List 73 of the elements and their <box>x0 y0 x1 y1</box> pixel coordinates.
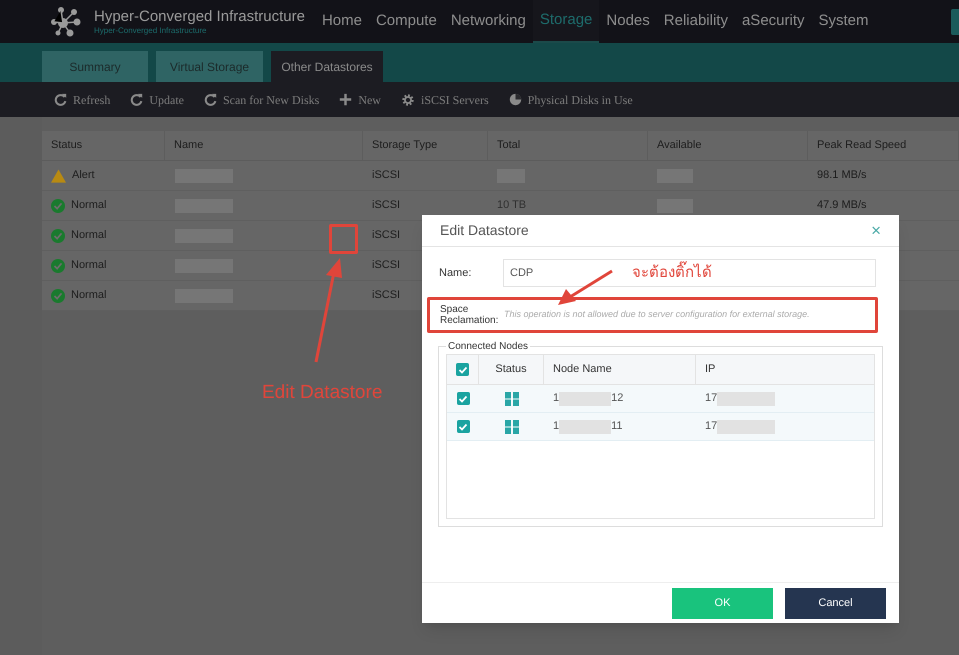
column-header: Total <box>497 138 520 154</box>
checkbox[interactable] <box>456 363 469 376</box>
column-header: Available <box>657 138 702 154</box>
reclamation-note: This operation is not allowed due to server configuration for external storage. <box>504 308 810 322</box>
group-legend: Connected Nodes <box>446 339 530 354</box>
nav-link[interactable]: Compute <box>368 0 444 43</box>
node-ip: 17 <box>705 391 718 406</box>
nav-link[interactable]: Storage <box>532 0 600 43</box>
checkbox[interactable] <box>456 420 470 433</box>
redacted-block <box>717 392 776 406</box>
table-cell-text: iSCSI <box>372 228 400 244</box>
nav-link[interactable]: aSecurity <box>734 0 812 43</box>
table-cell-text: iSCSI <box>372 288 400 304</box>
nav-link[interactable]: Home <box>314 0 369 43</box>
node-name: 12 <box>611 391 624 406</box>
highlight-frame <box>329 224 358 254</box>
field-label: Space Reclamation: <box>440 304 500 326</box>
refresh-icon <box>130 93 144 106</box>
tab[interactable]: Virtual Storage <box>156 51 263 82</box>
node-name: 1 <box>553 419 560 434</box>
close-button[interactable]: × <box>871 222 881 239</box>
toolbar-button[interactable]: Update <box>130 90 184 108</box>
nav-link[interactable]: Reliability <box>656 0 735 43</box>
nav-link[interactable]: System <box>812 0 876 43</box>
toolbar-button[interactable]: Refresh <box>54 90 110 108</box>
column-header: Node Name <box>553 362 612 378</box>
table-cell-text: Normal <box>71 258 106 274</box>
node-name: 1 <box>553 391 560 406</box>
app-title: Hyper-Converged Infrastructure <box>94 8 305 26</box>
tab[interactable]: Other Datastores <box>271 51 383 82</box>
column-header: Storage Type <box>372 138 438 154</box>
pie-chart-icon <box>508 93 522 106</box>
field-label: Name: <box>439 266 472 281</box>
table-cell-text: 98.1 MB/s <box>817 168 867 184</box>
corner-button[interactable] <box>951 8 959 34</box>
table-cell-text: Alert <box>72 168 95 184</box>
toolbar-button[interactable]: Scan for New Disks <box>204 90 320 108</box>
node-ip: 17 <box>705 419 718 434</box>
dialog-title: Edit Datastore <box>440 221 529 240</box>
annotation-caption: Edit Datastore <box>262 381 382 405</box>
redacted-block <box>559 420 612 434</box>
ok-button[interactable]: OK <box>672 588 773 618</box>
cancel-button[interactable]: Cancel <box>785 588 886 618</box>
table-cell-text: 47.9 MB/s <box>817 198 867 214</box>
app-subtitle: Hyper-Converged Infrastructure <box>94 26 208 36</box>
redacted-block <box>717 420 776 434</box>
node-name: 11 <box>611 419 623 434</box>
table-cell-text: iSCSI <box>372 258 400 274</box>
table-cell-text: iSCSI <box>372 168 400 184</box>
refresh-icon <box>204 93 217 106</box>
column-header: Status <box>495 362 527 378</box>
nav-link[interactable]: Nodes <box>599 0 657 43</box>
nav-link[interactable]: Networking <box>444 0 533 43</box>
redacted-block <box>559 392 612 406</box>
column-header: Name <box>174 138 204 154</box>
server-node-icon <box>504 420 518 434</box>
column-header: IP <box>705 362 716 378</box>
toolbar-button[interactable]: iSCSI Servers <box>400 90 489 108</box>
checkbox[interactable] <box>456 392 470 405</box>
table-cell-text: Normal <box>71 288 106 304</box>
refresh-icon <box>54 93 67 106</box>
gear-icon <box>400 92 415 106</box>
plus-icon <box>339 93 352 106</box>
toolbar-button[interactable]: Physical Disks in Use <box>508 90 633 108</box>
toolbar-button[interactable]: New <box>339 90 381 108</box>
column-header: Status <box>51 138 82 154</box>
column-header: Peak Read Speed <box>817 138 906 154</box>
annotation-note: จะต้องติ๊กได้ <box>632 261 712 283</box>
tab[interactable]: Summary <box>42 51 148 82</box>
table-cell-text: Normal <box>71 198 106 214</box>
server-node-icon <box>504 392 518 406</box>
table-cell-text: Normal <box>71 228 106 244</box>
table-cell-text: iSCSI <box>372 198 400 214</box>
